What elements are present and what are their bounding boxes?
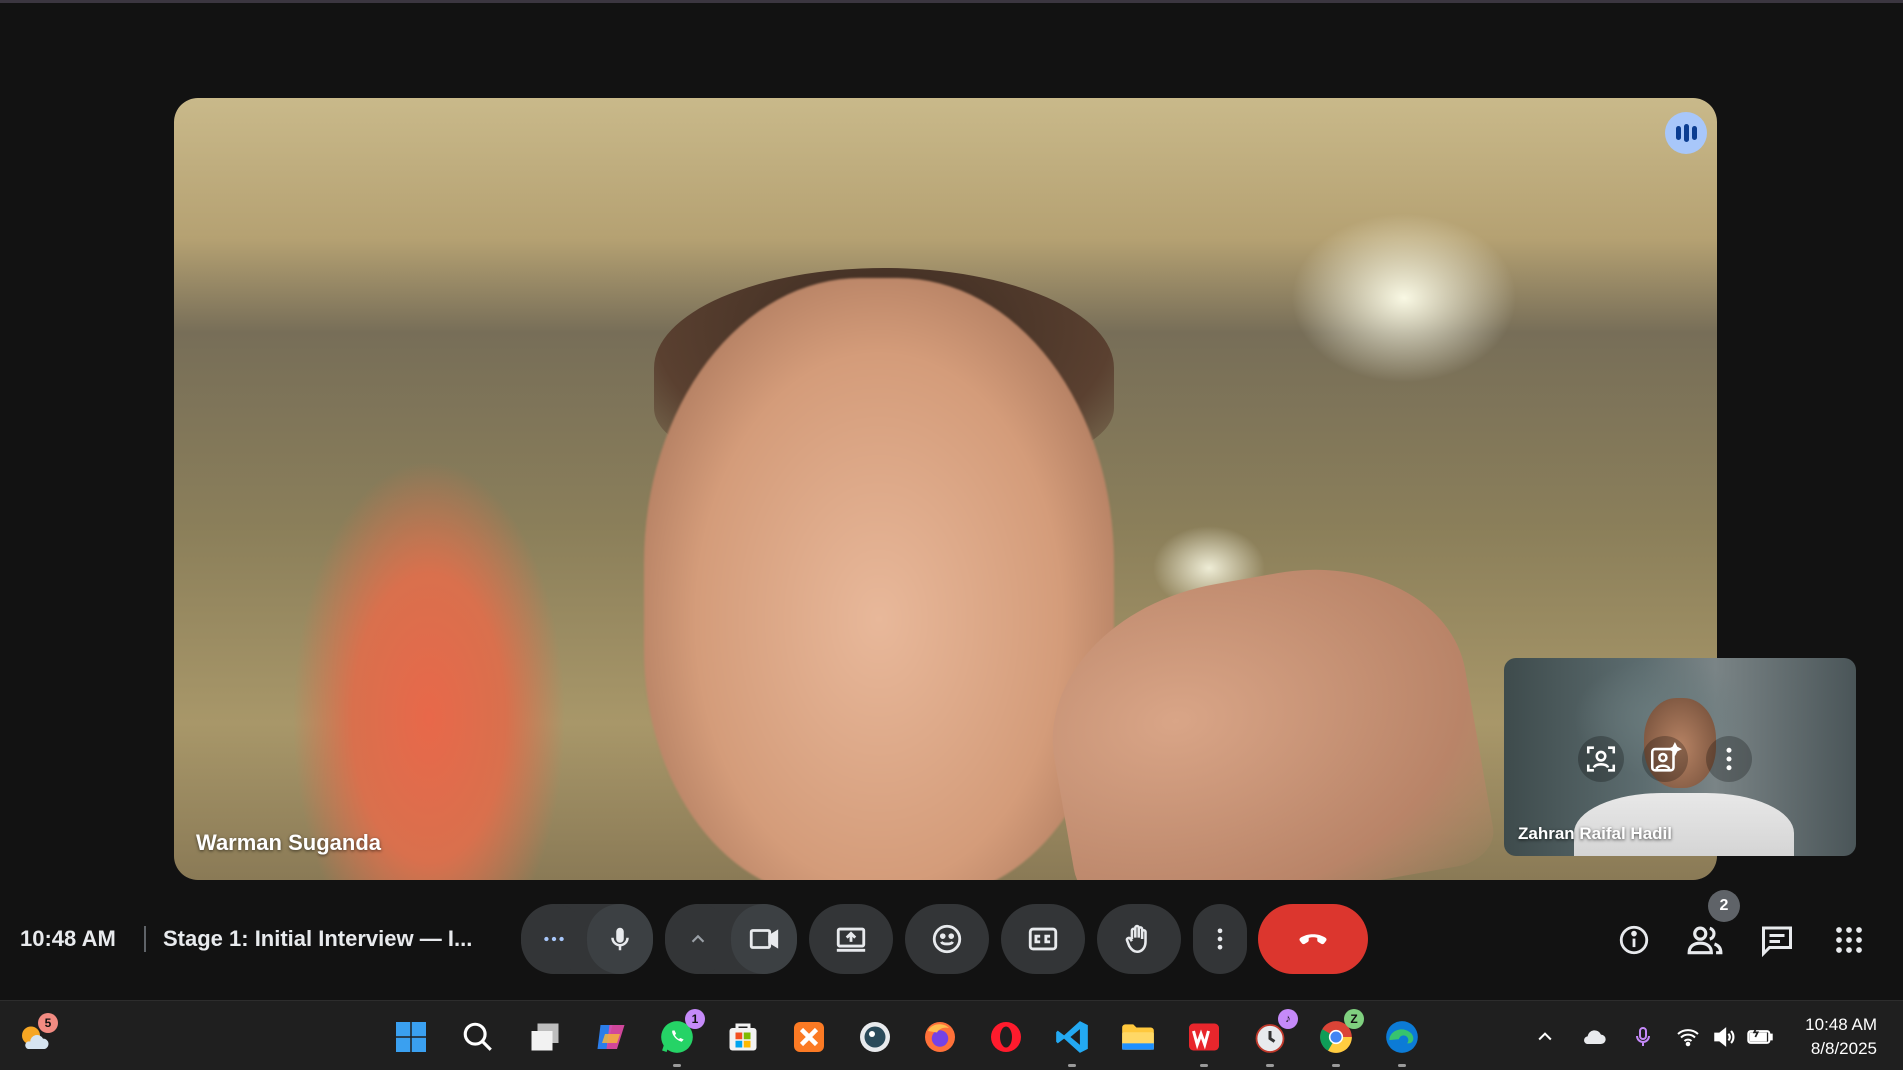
wifi-icon <box>1677 1029 1699 1047</box>
xampp-icon <box>794 1022 824 1052</box>
onedrive-tray[interactable] <box>1580 1023 1608 1051</box>
self-participant-name: Zahran Raifal Hadil <box>1518 824 1672 843</box>
wifi-tray[interactable] <box>1674 1023 1702 1051</box>
chevron-up-icon <box>1538 1032 1552 1041</box>
mic-tray[interactable] <box>1629 1023 1657 1051</box>
system-clock[interactable]: 10:48 AM 8/8/2025 <box>1805 1013 1877 1061</box>
task-view-icon <box>531 1023 559 1051</box>
taskbar-search[interactable] <box>456 1015 500 1059</box>
self-view-controls <box>1578 736 1752 782</box>
captions-button[interactable] <box>1001 904 1085 974</box>
vscode-icon <box>1056 1021 1088 1053</box>
audio-options-button[interactable] <box>521 904 587 974</box>
start-button[interactable] <box>389 1015 433 1059</box>
wps-app[interactable] <box>1182 1015 1226 1067</box>
hand-icon <box>1125 924 1147 954</box>
camera-button[interactable] <box>731 904 797 974</box>
audio-control-group <box>521 904 653 974</box>
more-options-button[interactable] <box>1193 904 1247 974</box>
present-screen-icon <box>836 927 866 952</box>
audio-level-icon <box>1665 112 1707 154</box>
whatsapp-app[interactable]: 1 <box>655 1009 705 1067</box>
divider <box>144 926 146 952</box>
video-control-group <box>665 904 797 974</box>
mic-icon <box>611 927 629 951</box>
copilot-icon <box>597 1025 625 1049</box>
volume-tray[interactable] <box>1710 1023 1738 1051</box>
reframe-icon[interactable] <box>1578 736 1624 782</box>
folder-icon <box>1122 1024 1154 1050</box>
raise-hand-button[interactable] <box>1097 904 1181 974</box>
edge-icon <box>1386 1021 1418 1053</box>
battery-tray[interactable] <box>1746 1023 1774 1051</box>
volume-icon <box>1714 1027 1735 1047</box>
chrome-profile-badge: Z <box>1344 1009 1364 1029</box>
info-icon <box>1619 925 1649 955</box>
agent-icon <box>860 1022 890 1052</box>
more-horiz-icon <box>544 936 564 942</box>
tray-overflow-button[interactable] <box>1531 1023 1559 1051</box>
participant-video-face <box>644 278 1114 880</box>
firefox-app[interactable] <box>918 1015 962 1059</box>
edge-app[interactable] <box>1380 1015 1424 1067</box>
apps-grid-icon <box>1836 927 1862 953</box>
cloud-icon <box>1584 1030 1606 1044</box>
chat-icon <box>1762 926 1792 958</box>
xampp-app[interactable] <box>787 1015 831 1059</box>
people-count-badge: 2 <box>1708 890 1740 922</box>
chat-button[interactable] <box>1753 916 1801 964</box>
opera-app[interactable] <box>984 1015 1028 1059</box>
self-view-tile[interactable]: Zahran Raifal Hadil <box>1504 658 1856 856</box>
meeting-details-button[interactable] <box>1610 916 1658 964</box>
clock-app[interactable]: ♪ <box>1248 1009 1298 1067</box>
vscode-app[interactable] <box>1050 1015 1094 1067</box>
system-date: 8/8/2025 <box>1810 1039 1877 1058</box>
effects-icon[interactable] <box>1642 736 1688 782</box>
people-icon <box>1687 926 1723 955</box>
file-explorer-app[interactable] <box>1116 1015 1160 1059</box>
videocam-icon <box>749 929 779 949</box>
whatsapp-badge: 1 <box>685 1009 705 1029</box>
microphone-in-use-icon <box>1636 1027 1650 1046</box>
system-time: 10:48 AM <box>1805 1015 1877 1034</box>
main-video-tile[interactable]: Warman Suganda <box>174 98 1717 880</box>
weather-widget[interactable]: 5 <box>12 1013 58 1059</box>
agent-app[interactable] <box>853 1015 897 1059</box>
firefox-icon <box>925 1022 955 1052</box>
end-call-button[interactable] <box>1258 904 1368 974</box>
store-app[interactable] <box>721 1015 765 1059</box>
mic-button[interactable] <box>587 904 653 974</box>
main-participant-name: Warman Suganda <box>196 830 381 855</box>
meeting-title[interactable]: Stage 1: Initial Interview — I... <box>163 926 472 952</box>
emoji-icon <box>932 924 962 954</box>
more-vert-icon[interactable] <box>1706 736 1752 782</box>
people-button[interactable] <box>1681 916 1729 964</box>
more-vert-icon <box>1217 928 1223 950</box>
windows-taskbar: 5 1 ♪ Z 10:48 AM 8/8/2025 <box>0 1000 1903 1070</box>
copilot-app[interactable] <box>589 1015 633 1059</box>
windows-icon <box>396 1022 426 1052</box>
task-view-button[interactable] <box>523 1015 567 1059</box>
reactions-button[interactable] <box>905 904 989 974</box>
store-icon <box>729 1023 757 1051</box>
present-screen-button[interactable] <box>809 904 893 974</box>
search-icon <box>463 1022 492 1051</box>
meeting-clock: 10:48 AM <box>20 926 116 951</box>
opera-icon <box>991 1022 1021 1052</box>
call-end-icon <box>1299 934 1327 945</box>
chevron-up-icon <box>691 934 705 943</box>
weather-badge: 5 <box>38 1013 58 1033</box>
clock-notification-badge: ♪ <box>1278 1009 1298 1029</box>
window-top-border <box>0 0 1903 3</box>
closed-captions-icon <box>1028 927 1058 951</box>
wps-icon <box>1189 1023 1219 1051</box>
battery-charging-icon <box>1747 1027 1773 1044</box>
activities-button[interactable] <box>1825 916 1873 964</box>
video-options-button[interactable] <box>665 904 731 974</box>
chrome-app[interactable]: Z <box>1314 1009 1364 1067</box>
